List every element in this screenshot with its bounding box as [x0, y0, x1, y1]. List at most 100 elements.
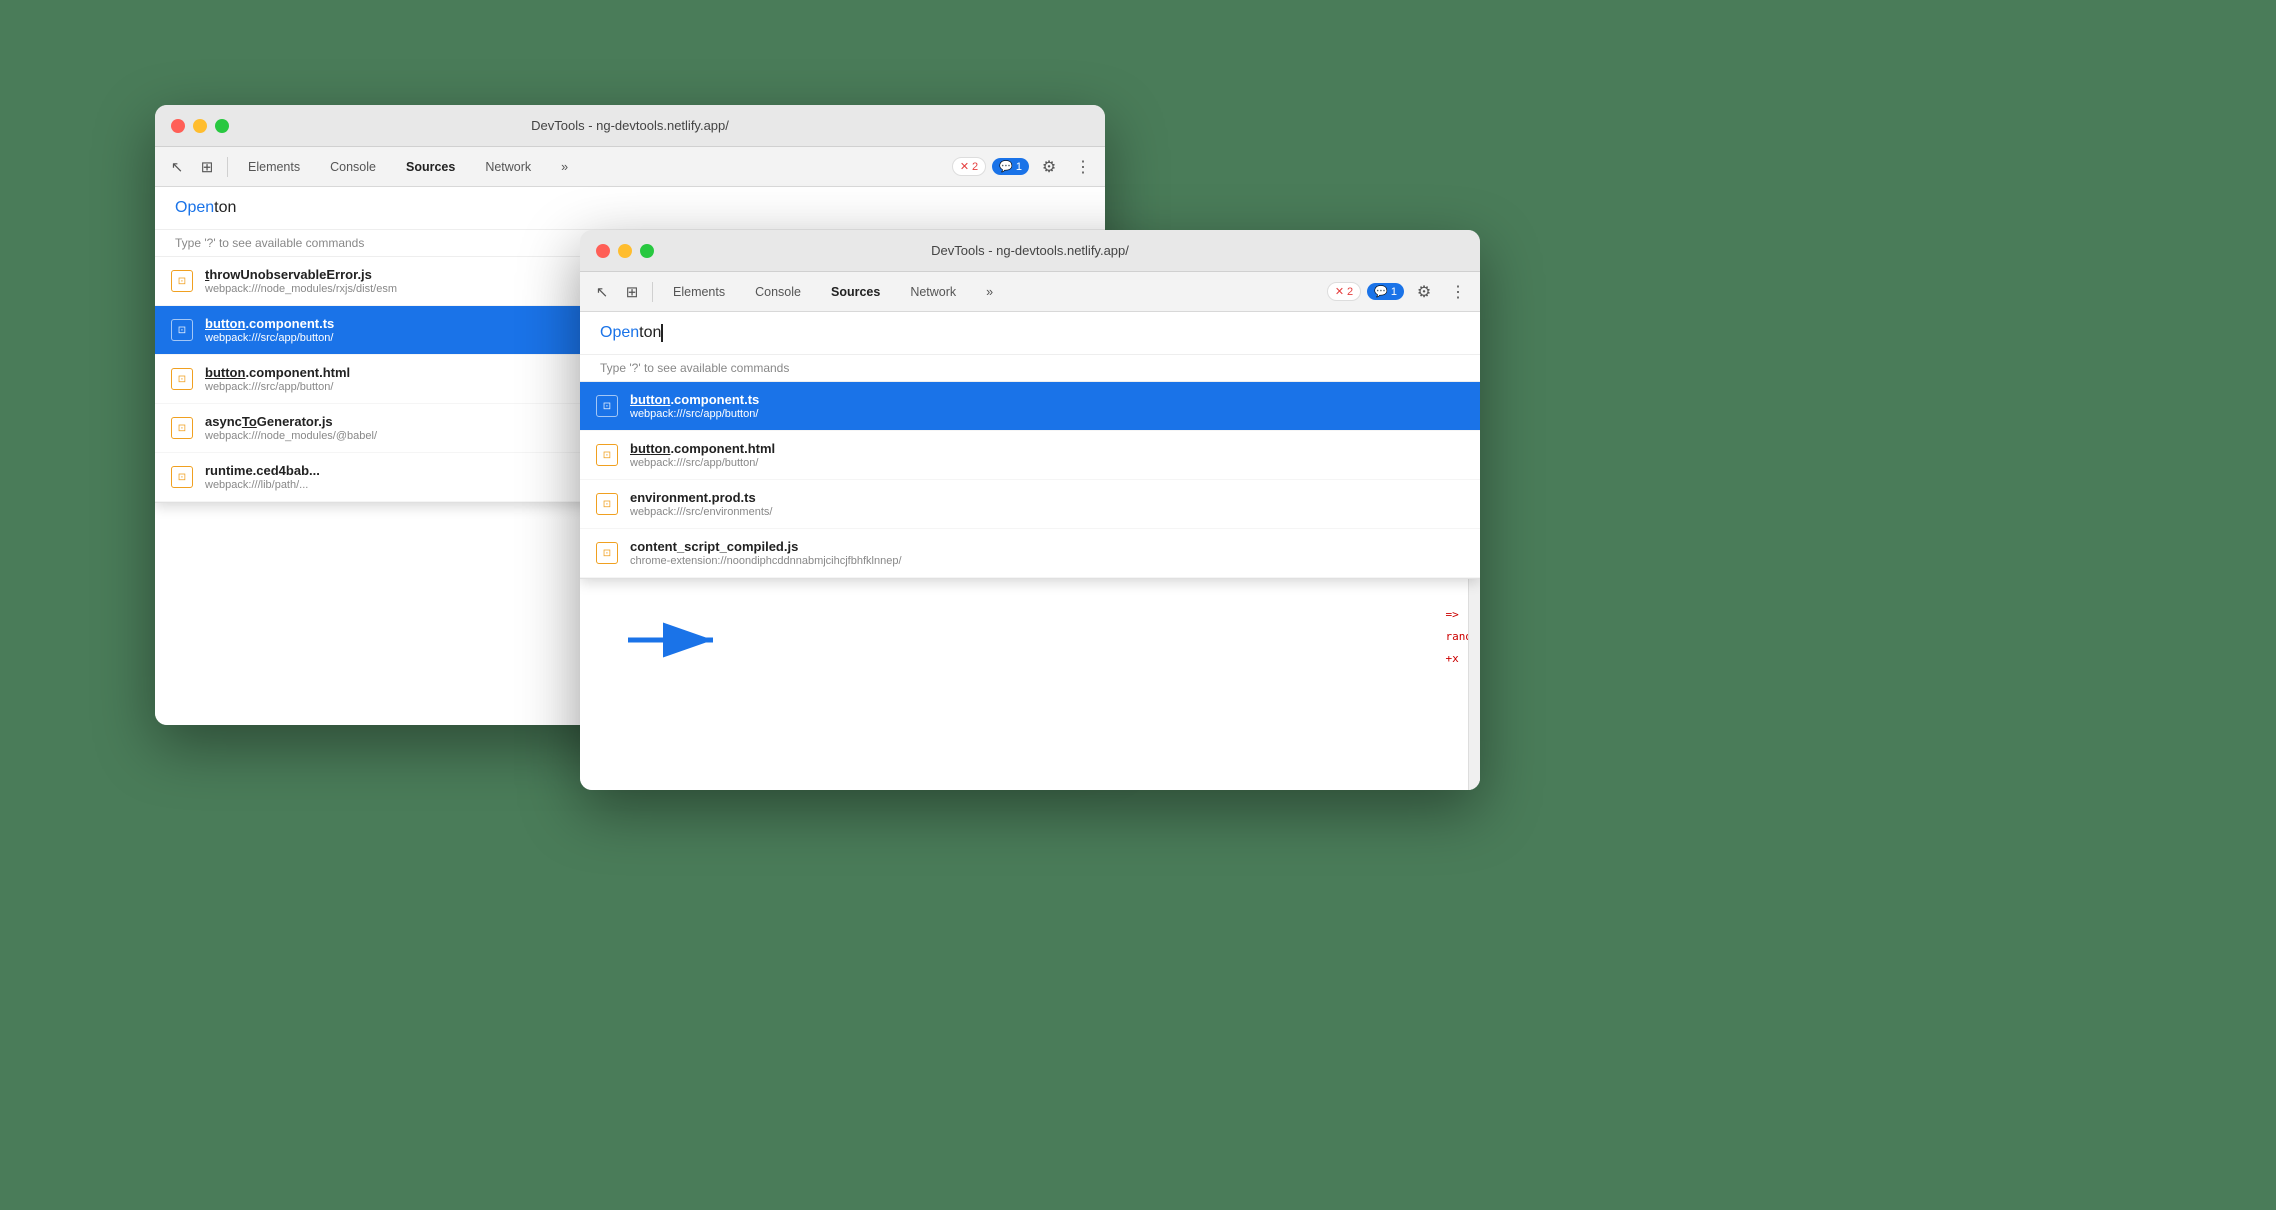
message-badge-front[interactable]: 💬 1	[1367, 283, 1404, 300]
cmd-hint-front: Type '?' to see available commands	[580, 355, 1480, 382]
traffic-lights-front	[596, 244, 654, 258]
tab-more-back[interactable]: »	[547, 154, 582, 180]
titlebar-back: DevTools - ng-devtools.netlify.app/	[155, 105, 1105, 147]
cmd-result-info-front-1: button.component.ts webpack:///src/app/b…	[630, 392, 759, 420]
cmd-result-info-back-1: throwUnobservableError.js webpack:///nod…	[205, 267, 397, 295]
error-icon-back: ✕	[960, 160, 969, 173]
window-title-front: DevTools - ng-devtools.netlify.app/	[931, 243, 1129, 258]
tab-network-front[interactable]: Network	[896, 279, 970, 305]
file-icon-front-2: ⊡	[596, 444, 618, 466]
cmd-input-row-front: Open ton	[580, 312, 1480, 355]
message-count-front: 1	[1391, 286, 1397, 298]
titlebar-front: DevTools - ng-devtools.netlify.app/	[580, 230, 1480, 272]
tab-console-back[interactable]: Console	[316, 154, 390, 180]
cmd-path-back-5: webpack:///lib/path/...	[205, 479, 320, 491]
close-button-front[interactable]	[596, 244, 610, 258]
error-count-front: 2	[1347, 286, 1353, 298]
file-icon-front-1: ⊡	[596, 395, 618, 417]
devtools-window-front: DevTools - ng-devtools.netlify.app/ ↖ ⊞ …	[580, 230, 1480, 790]
message-count-back: 1	[1016, 161, 1022, 173]
devtools-toolbar-back: ↖ ⊞ Elements Console Sources Network » ✕…	[155, 147, 1105, 187]
minimize-button-back[interactable]	[193, 119, 207, 133]
cmd-result-front-3[interactable]: ⊡ environment.prod.ts webpack:///src/env…	[580, 480, 1480, 529]
layers-icon-front[interactable]: ⊞	[618, 278, 646, 306]
cmd-input-row-back: Open ton	[155, 187, 1105, 230]
cmd-filename-back-3: button.component.html	[205, 365, 350, 380]
file-icon-front-3: ⊡	[596, 493, 618, 515]
cmd-path-back-2: webpack:///src/app/button/	[205, 332, 334, 344]
cursor-icon[interactable]: ↖	[163, 153, 191, 181]
cmd-path-front-1: webpack:///src/app/button/	[630, 408, 759, 420]
toolbar-sep-1	[227, 157, 228, 177]
toolbar-right-front: ✕ 2 💬 1 ⚙ ⋮	[1327, 278, 1472, 306]
cmd-open-label-front: Open	[600, 324, 639, 342]
cmd-result-front-2[interactable]: ⊡ button.component.html webpack:///src/a…	[580, 431, 1480, 480]
close-button-back[interactable]	[171, 119, 185, 133]
more-button-back[interactable]: ⋮	[1069, 153, 1097, 181]
more-button-front[interactable]: ⋮	[1444, 278, 1472, 306]
cmd-cursor-front	[661, 324, 663, 342]
cmd-filename-front-4: content_script_compiled.js	[630, 539, 902, 554]
cmd-path-front-4: chrome-extension://noondiphcddnnabmjcihc…	[630, 555, 902, 567]
cmd-filename-back-4: asyncToGenerator.js	[205, 414, 377, 429]
cmd-path-front-3: webpack:///src/environments/	[630, 506, 772, 518]
command-palette-front: Open ton Type '?' to see available comma…	[580, 312, 1480, 579]
layers-icon[interactable]: ⊞	[193, 153, 221, 181]
arrow-svg	[618, 605, 738, 675]
toolbar-right-back: ✕ 2 💬 1 ⚙ ⋮	[952, 153, 1097, 181]
cmd-result-info-back-3: button.component.html webpack:///src/app…	[205, 365, 350, 393]
cmd-result-info-front-2: button.component.html webpack:///src/app…	[630, 441, 775, 469]
cursor-icon-front[interactable]: ↖	[588, 278, 616, 306]
cmd-input-text-front: ton	[639, 324, 661, 342]
minimize-button-front[interactable]	[618, 244, 632, 258]
cmd-result-info-back-5: runtime.ced4bab... webpack:///lib/path/.…	[205, 463, 320, 491]
tab-more-front[interactable]: »	[972, 279, 1007, 305]
maximize-button-front[interactable]	[640, 244, 654, 258]
file-icon-front-4: ⊡	[596, 542, 618, 564]
cmd-path-back-3: webpack:///src/app/button/	[205, 381, 350, 393]
tab-sources-back[interactable]: Sources	[392, 154, 469, 180]
window-title-back: DevTools - ng-devtools.netlify.app/	[531, 118, 729, 133]
cmd-path-front-2: webpack:///src/app/button/	[630, 457, 775, 469]
tab-elements-front[interactable]: Elements	[659, 279, 739, 305]
error-icon-front: ✕	[1335, 285, 1344, 298]
arrow-connector	[618, 605, 738, 680]
cmd-filename-back-1: throwUnobservableError.js	[205, 267, 397, 282]
tab-sources-front[interactable]: Sources	[817, 279, 894, 305]
file-icon-back-3: ⊡	[171, 368, 193, 390]
chat-icon-front: 💬	[1374, 285, 1388, 298]
cmd-result-info-back-2: button.component.ts webpack:///src/app/b…	[205, 316, 334, 344]
file-icon-back-1: ⊡	[171, 270, 193, 292]
cmd-filename-front-3: environment.prod.ts	[630, 490, 772, 505]
gear-button-front[interactable]: ⚙	[1410, 278, 1438, 306]
cmd-filename-front-1: button.component.ts	[630, 392, 759, 407]
file-icon-back-5: ⊡	[171, 466, 193, 488]
cmd-result-info-front-4: content_script_compiled.js chrome-extens…	[630, 539, 902, 567]
cmd-result-info-front-3: environment.prod.ts webpack:///src/envir…	[630, 490, 772, 518]
toolbar-sep-front-1	[652, 282, 653, 302]
gear-button-back[interactable]: ⚙	[1035, 153, 1063, 181]
devtools-body-front: Pa ▼ </ Open ton Type '?' to see availab…	[580, 312, 1480, 790]
cmd-filename-back-5: runtime.ced4bab...	[205, 463, 320, 478]
cmd-result-front-1[interactable]: ⊡ button.component.ts webpack:///src/app…	[580, 382, 1480, 431]
chat-icon-back: 💬	[999, 160, 1013, 173]
maximize-button-back[interactable]	[215, 119, 229, 133]
file-icon-back-2: ⊡	[171, 319, 193, 341]
error-badge-front[interactable]: ✕ 2	[1327, 282, 1361, 301]
devtools-toolbar-front: ↖ ⊞ Elements Console Sources Network » ✕…	[580, 272, 1480, 312]
cmd-path-back-4: webpack:///node_modules/@babel/	[205, 430, 377, 442]
cmd-result-info-back-4: asyncToGenerator.js webpack:///node_modu…	[205, 414, 377, 442]
main-content-front: Pa ▼ </ Open ton Type '?' to see availab…	[580, 312, 1480, 790]
cmd-filename-front-2: button.component.html	[630, 441, 775, 456]
tab-network-back[interactable]: Network	[471, 154, 545, 180]
traffic-lights-back	[171, 119, 229, 133]
tab-console-front[interactable]: Console	[741, 279, 815, 305]
error-badge-back[interactable]: ✕ 2	[952, 157, 986, 176]
message-badge-back[interactable]: 💬 1	[992, 158, 1029, 175]
cmd-result-front-4[interactable]: ⊡ content_script_compiled.js chrome-exte…	[580, 529, 1480, 578]
cmd-open-label-back: Open	[175, 199, 214, 217]
cmd-filename-back-2: button.component.ts	[205, 316, 334, 331]
error-count-back: 2	[972, 161, 978, 173]
tab-elements-back[interactable]: Elements	[234, 154, 314, 180]
cmd-path-back-1: webpack:///node_modules/rxjs/dist/esm	[205, 283, 397, 295]
